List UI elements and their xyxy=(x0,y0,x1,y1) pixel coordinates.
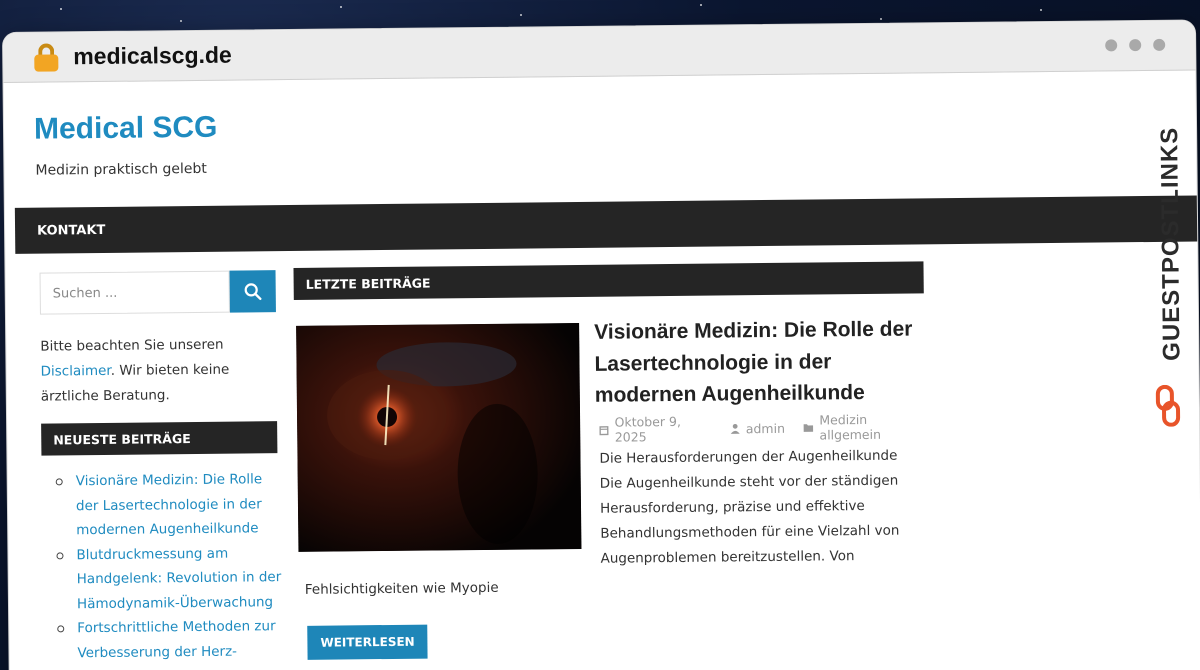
post-date-text: Oktober 9, 2025 xyxy=(614,413,682,445)
window-dot-icon[interactable] xyxy=(1129,39,1142,52)
post-category[interactable]: Medizin allgemein xyxy=(803,411,928,442)
browser-window: medicalscg.de Medical SCG Medizin prakti… xyxy=(2,19,1200,670)
list-item[interactable]: Blutdruckmessung am Handgelenk: Revoluti… xyxy=(50,541,283,617)
post-date[interactable]: Oktober 9, 2025 xyxy=(599,414,712,445)
eye-laser-image xyxy=(296,322,582,552)
nav-item-kontakt[interactable]: KONTAKT xyxy=(37,222,105,238)
list-item[interactable]: Fortschrittliche Methoden zur Verbesseru… xyxy=(51,614,284,670)
search-icon xyxy=(244,283,262,301)
user-icon xyxy=(730,423,740,434)
window-dot-icon[interactable] xyxy=(1105,39,1118,52)
recent-post-link[interactable]: Fortschrittliche Methoden zur Verbesseru… xyxy=(77,618,276,670)
latest-posts-heading: LETZTE BEITRÄGE xyxy=(293,261,924,300)
read-more-button[interactable]: WEITERLESEN xyxy=(307,624,428,660)
site-title[interactable]: Medical SCG xyxy=(34,111,218,147)
address-bar-url[interactable]: medicalscg.de xyxy=(73,42,232,71)
sidebar: Bitte beachten Sie unseren Disclaimer. W… xyxy=(39,270,284,670)
search-form xyxy=(39,270,276,315)
post-excerpt: Die Herausforderungen der Augenheilkunde… xyxy=(599,447,900,567)
disclaimer-link[interactable]: Disclaimer xyxy=(40,363,110,380)
disclaimer-note: Bitte beachten Sie unseren Disclaimer. W… xyxy=(40,332,281,410)
post-card: Visionäre Medizin: Die Rolle der Laserte… xyxy=(294,317,926,660)
search-input[interactable] xyxy=(39,270,230,315)
watermark-text: GUESTPOSTLINKS xyxy=(1156,126,1186,361)
post-category-text: Medizin allgemein xyxy=(819,411,882,443)
site-tagline: Medizin praktisch gelebt xyxy=(35,160,207,179)
post-excerpt-continued: Fehlsichtigkeiten wie Myopie xyxy=(304,579,499,598)
calendar-icon xyxy=(599,425,609,435)
post-thumbnail[interactable] xyxy=(296,322,582,552)
web-page: Medical SCG Medizin praktisch gelebt KON… xyxy=(4,71,1200,670)
watermark: GUESTPOSTLINKS xyxy=(1146,127,1189,427)
search-button[interactable] xyxy=(229,270,276,313)
recent-posts-list: Visionäre Medizin: Die Rolle der Laserte… xyxy=(42,467,284,670)
window-controls xyxy=(1105,38,1166,52)
post-title[interactable]: Visionäre Medizin: Die Rolle der Laserte… xyxy=(594,313,931,411)
recent-posts-heading: NEUESTE BEITRÄGE xyxy=(41,421,278,456)
main-navigation: KONTAKT xyxy=(14,195,1200,254)
chain-link-icon xyxy=(1155,384,1181,427)
main-content: LETZTE BEITRÄGE Visionäre Medizin: Die R… xyxy=(293,243,926,660)
recent-post-link[interactable]: Blutdruckmessung am Handgelenk: Revoluti… xyxy=(76,545,281,612)
disclaimer-text-before: Bitte beachten Sie unseren xyxy=(40,336,224,355)
post-author[interactable]: admin xyxy=(730,420,785,436)
lock-icon xyxy=(33,42,59,72)
post-meta: Oktober 9, 2025 admin Medizin allgemein xyxy=(599,411,928,445)
window-dot-icon[interactable] xyxy=(1153,38,1166,51)
post-author-text: admin xyxy=(745,420,786,436)
recent-post-link[interactable]: Visionäre Medizin: Die Rolle der Laserte… xyxy=(76,471,263,538)
list-item[interactable]: Visionäre Medizin: Die Rolle der Laserte… xyxy=(50,467,283,543)
folder-icon xyxy=(803,424,813,432)
